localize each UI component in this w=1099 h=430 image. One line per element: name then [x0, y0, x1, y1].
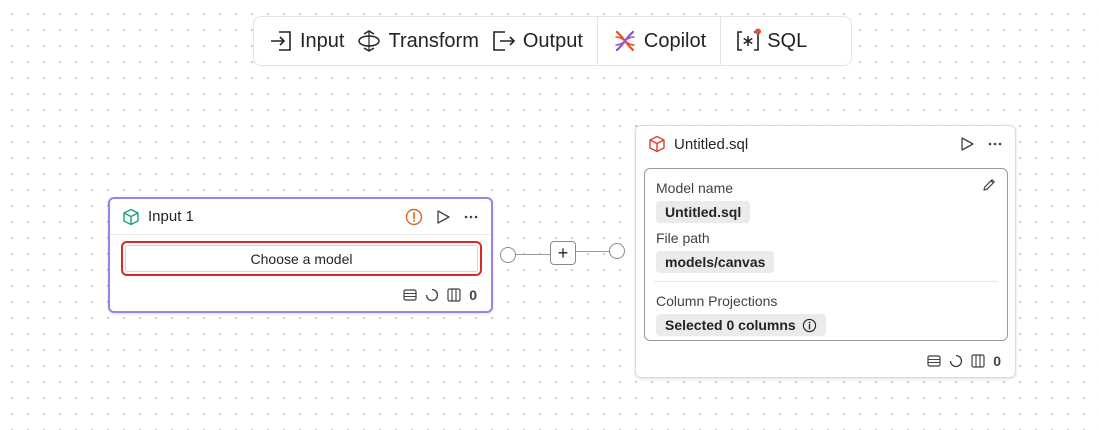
model-name-value: Untitled.sql [656, 201, 751, 223]
column-projections-chip[interactable]: Selected 0 columns [656, 314, 826, 336]
toolbar-divider [596, 16, 598, 66]
transform-button[interactable]: Transform [350, 23, 484, 59]
sql-button[interactable]: SQL [729, 23, 813, 59]
input-icon [271, 31, 291, 51]
table-icon [927, 355, 941, 367]
input-node-footer: 0 [402, 287, 477, 303]
run-button[interactable] [435, 209, 451, 225]
sql-node-header: Untitled.sql [636, 126, 1015, 162]
columns-icon [447, 288, 461, 302]
sql-model-icon [649, 135, 665, 153]
sql-node-input-port[interactable] [609, 243, 625, 259]
input-button-label: Input [300, 29, 345, 52]
sql-icon [737, 28, 762, 51]
copilot-icon [615, 30, 635, 52]
copilot-button-label: Copilot [643, 29, 707, 52]
input-button[interactable]: Input [262, 23, 350, 59]
info-icon[interactable] [802, 318, 817, 333]
transform-icon [358, 30, 381, 52]
sql-node-footer: 0 [926, 353, 1001, 369]
loading-spinner-icon [426, 288, 439, 302]
choose-model-button[interactable]: Choose a model [121, 241, 482, 276]
connector-line [576, 251, 610, 252]
sql-button-label: SQL [767, 29, 808, 52]
panel-divider [654, 281, 998, 282]
warning-icon[interactable] [405, 208, 423, 226]
edit-button[interactable] [981, 177, 997, 198]
output-button-label: Output [522, 29, 583, 52]
output-icon [493, 31, 516, 51]
more-icon [464, 215, 478, 218]
model-cube-icon [123, 208, 139, 225]
sql-model-details-panel: Model name Untitled.sql File path models… [644, 168, 1008, 341]
add-node-button[interactable]: + [550, 241, 576, 265]
toolbar-divider [720, 16, 722, 66]
input-node-header: Input 1 [110, 199, 491, 235]
output-button[interactable]: Output [485, 23, 589, 59]
node-toolbar: Input Transform Output Copilot SQL [253, 16, 852, 66]
sql-node-title: Untitled.sql [674, 135, 749, 153]
more-options-button[interactable] [987, 136, 1003, 152]
play-icon [437, 209, 450, 224]
column-projections-value: Selected 0 columns [665, 317, 796, 333]
more-icon [988, 142, 1002, 146]
input-node-card[interactable]: Input 1 Choose a model 0 [108, 197, 493, 313]
pencil-icon [983, 179, 995, 191]
connector-line [516, 254, 550, 255]
input-node-title: Input 1 [148, 208, 194, 225]
model-name-label: Model name [656, 180, 734, 196]
file-path-value: models/canvas [656, 251, 775, 273]
column-count: 0 [993, 353, 1001, 369]
sql-node-card[interactable]: Untitled.sql Model name Untitled.sql Fil… [635, 125, 1016, 378]
copilot-button[interactable]: Copilot [606, 23, 712, 59]
column-count: 0 [469, 287, 477, 303]
more-options-button[interactable] [463, 209, 479, 225]
file-path-label: File path [656, 230, 710, 246]
input-node-output-port[interactable] [500, 247, 516, 263]
table-icon [403, 289, 417, 301]
transform-button-label: Transform [388, 29, 479, 52]
columns-icon [971, 354, 985, 368]
play-icon [961, 137, 974, 151]
run-button[interactable] [959, 136, 975, 152]
column-projections-label: Column Projections [656, 293, 778, 309]
loading-spinner-icon [950, 354, 963, 368]
